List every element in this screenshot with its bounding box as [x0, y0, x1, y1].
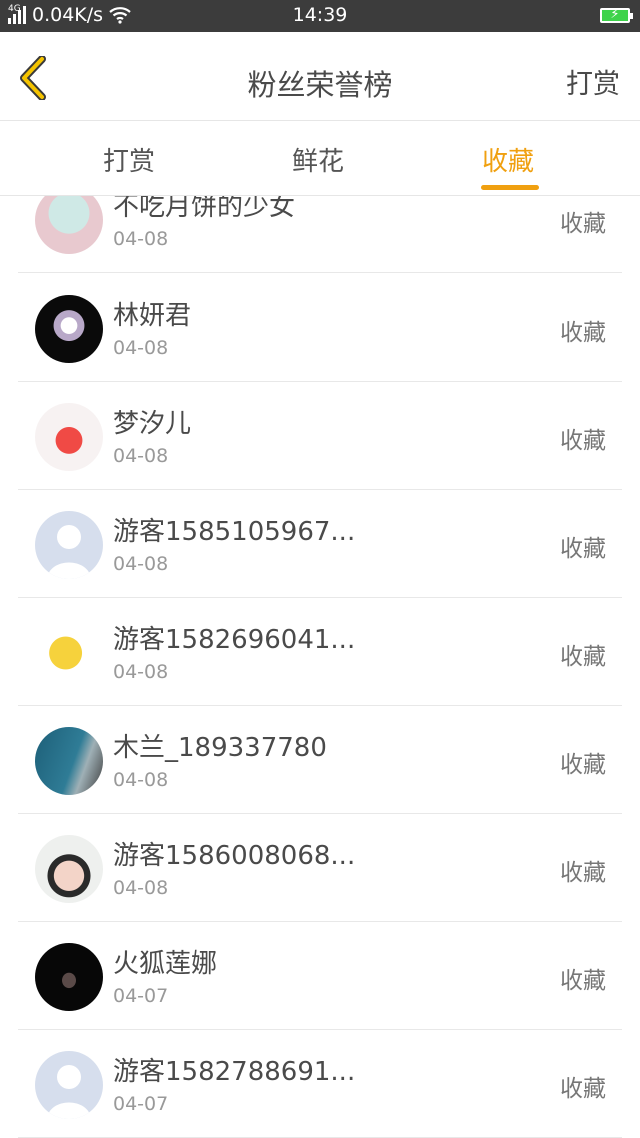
list-item-name: 游客1586008068...	[113, 841, 356, 871]
list-item[interactable]: 游客1582788691... 04-07 收藏	[18, 1029, 622, 1138]
tab-favorites[interactable]: 收藏	[482, 141, 534, 178]
list-item-name: 木兰_189337780	[113, 733, 327, 763]
tab-reward[interactable]: 打赏	[103, 141, 155, 178]
list-item-action: 收藏	[560, 1076, 606, 1102]
avatar-bunny-ears-girl-icon	[35, 835, 103, 903]
list-item-date: 04-08	[113, 445, 169, 467]
avatar-pikachu-icon	[35, 619, 103, 687]
page-title: 粉丝荣誉榜	[247, 68, 393, 102]
list-item-action: 收藏	[560, 644, 606, 670]
list-item-action: 收藏	[560, 752, 606, 778]
list-item[interactable]: 游客1582696041... 04-08 收藏	[18, 597, 622, 706]
list-item-date: 04-08	[113, 337, 169, 359]
reward-button[interactable]: 打赏	[566, 62, 620, 101]
status-time: 14:39	[292, 4, 348, 26]
avatar-default-user-icon	[35, 1051, 103, 1119]
avatar-blue-water-icon	[35, 727, 103, 795]
avatar-default-user-icon	[35, 511, 103, 579]
list-item[interactable]: 不吃月饼的少女 04-08 收藏	[18, 196, 622, 273]
list-item-action: 收藏	[560, 860, 606, 886]
tab-flowers[interactable]: 鲜花	[292, 141, 344, 178]
list-item-name: 林妍君	[113, 301, 192, 331]
list-item[interactable]: 林妍君 04-08 收藏	[18, 273, 622, 382]
list-item-name: 游客1582696041...	[113, 625, 356, 655]
list-item-name: 游客1585105967...	[113, 517, 356, 547]
list-item-name: 梦汐儿	[113, 409, 192, 439]
list-item-action: 收藏	[560, 536, 606, 562]
list-item-date: 04-08	[113, 661, 169, 683]
list-item[interactable]: 梦汐儿 04-08 收藏	[18, 381, 622, 490]
list-item-date: 04-08	[113, 877, 169, 899]
list-item-date: 04-08	[113, 553, 169, 575]
list-item[interactable]: 游客1586008068... 04-08 收藏	[18, 813, 622, 922]
avatar-red-bird-icon	[35, 403, 103, 471]
list-item-name: 火狐莲娜	[113, 949, 218, 979]
list-item[interactable]: 木兰_189337780 04-08 收藏	[18, 705, 622, 814]
list-item-date: 04-07	[113, 985, 169, 1007]
avatar-dark-figure-icon	[35, 943, 103, 1011]
fan-list: 不吃月饼的少女 04-08 收藏 林妍君 04-08 收藏 梦汐儿 04-08 …	[0, 196, 640, 1138]
battery-icon: ⚡	[600, 7, 633, 23]
nav-bar: 粉丝荣誉榜 打赏	[0, 32, 640, 121]
list-item-date: 04-08	[113, 769, 169, 791]
active-tab-indicator	[481, 185, 539, 190]
list-item[interactable]: 火狐莲娜 04-07 收藏	[18, 921, 622, 1030]
list-item[interactable]: 游客1585105967... 04-08 收藏	[18, 489, 622, 598]
avatar-white-fox-icon	[35, 295, 103, 363]
list-item-date: 04-08	[113, 228, 169, 250]
list-item-action: 收藏	[560, 320, 606, 346]
list-item-name: 游客1582788691...	[113, 1057, 356, 1087]
list-item-name: 不吃月饼的少女	[113, 196, 296, 222]
tab-bar: 打赏 鲜花 收藏	[0, 121, 640, 196]
list-item-action: 收藏	[560, 968, 606, 994]
list-item-action: 收藏	[560, 211, 606, 237]
list-item-date: 04-07	[113, 1093, 169, 1115]
avatar-cartoon-girl-icon	[35, 196, 103, 254]
list-item-action: 收藏	[560, 428, 606, 454]
status-bar: 4G 0.04K/s 14:39 ⚡	[0, 0, 640, 32]
